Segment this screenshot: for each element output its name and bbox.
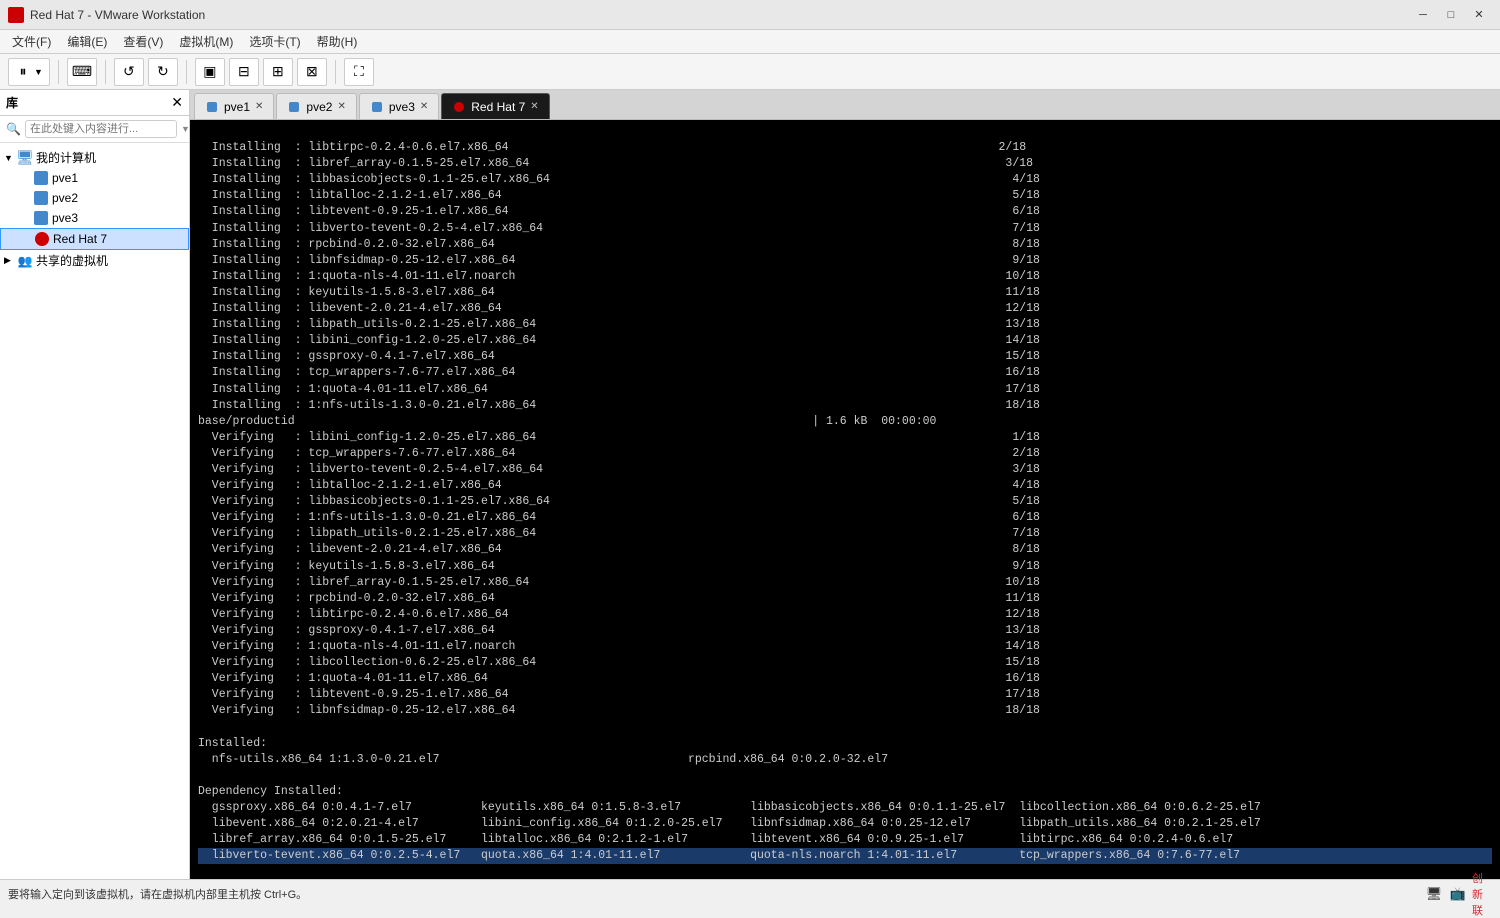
- view-icon-1: ▣: [202, 64, 218, 80]
- tab-icon-pve2: [287, 100, 301, 114]
- pve1-label: pve1: [52, 171, 78, 185]
- monitor-icon: 📺: [1448, 884, 1468, 904]
- window-controls: ─ □ ✕: [1410, 5, 1492, 25]
- sidebar-item-redhat7[interactable]: Red Hat 7: [0, 228, 189, 250]
- my-computer-label: 我的计算机: [36, 149, 96, 166]
- vm-icon-pve1: [33, 170, 49, 186]
- view-button-1[interactable]: ▣: [195, 58, 225, 86]
- shared-label: 共享的虚拟机: [36, 252, 108, 269]
- app-icon: [8, 7, 24, 23]
- sidebar-item-pve3[interactable]: pve3: [0, 208, 189, 228]
- sidebar-item-pve1[interactable]: pve1: [0, 168, 189, 188]
- tab-close-pve2[interactable]: ✕: [337, 101, 345, 112]
- tab-label-pve1: pve1: [224, 100, 250, 114]
- view-button-3[interactable]: ⊞: [263, 58, 293, 86]
- tab-label-pve2: pve2: [306, 100, 332, 114]
- sidebar-close-button[interactable]: ✕: [171, 94, 183, 111]
- sidebar-item-pve2[interactable]: pve2: [0, 188, 189, 208]
- pve3-label: pve3: [52, 211, 78, 225]
- keyboard-icon: ⌨: [74, 64, 90, 80]
- sidebar-search-area: 🔍 ▼: [0, 116, 189, 143]
- send-keys-button[interactable]: ⌨: [67, 58, 97, 86]
- tab-close-redhat7[interactable]: ✕: [530, 101, 538, 112]
- toolbar: ⏸ ▼ ⌨ ↺ ↻ ▣ ⊟ ⊞ ⊠ ⛶: [0, 54, 1500, 90]
- menu-item-2[interactable]: 查看(V): [115, 30, 171, 53]
- menu-item-1[interactable]: 编辑(E): [59, 30, 115, 53]
- tab-icon-redhat7: [452, 100, 466, 114]
- redhat7-label: Red Hat 7: [53, 232, 107, 246]
- toolbar-separator-3: [186, 60, 187, 84]
- fullscreen-icon: ⛶: [351, 64, 367, 80]
- pve2-label: pve2: [52, 191, 78, 205]
- search-dropdown-icon: ▼: [181, 124, 190, 134]
- tab-label-redhat7: Red Hat 7: [471, 100, 525, 114]
- view-button-4[interactable]: ⊠: [297, 58, 327, 86]
- sidebar-item-mycomputer[interactable]: ▼ 🖥 我的计算机: [0, 147, 189, 168]
- forward-icon: ↻: [155, 64, 171, 80]
- toolbar-separator-4: [335, 60, 336, 84]
- vm-icon-redhat7: [34, 231, 50, 247]
- back-icon: ↺: [121, 64, 137, 80]
- right-panel: pve1 ✕ pve2 ✕ pve3 ✕ Red Hat 7 ✕ Install…: [190, 90, 1500, 879]
- view-icon-2: ⊟: [236, 64, 252, 80]
- pause-icon: ⏸: [15, 64, 31, 80]
- computer-icon: 🖥: [17, 150, 33, 166]
- tabstrip: pve1 ✕ pve2 ✕ pve3 ✕ Red Hat 7 ✕: [190, 90, 1500, 120]
- back-button[interactable]: ↺: [114, 58, 144, 86]
- shared-icon: 👥: [17, 253, 33, 269]
- forward-button[interactable]: ↻: [148, 58, 178, 86]
- terminal-content: Installing : libtirpc-0.2.4-0.6.el7.x86_…: [198, 141, 1261, 846]
- titlebar: Red Hat 7 - VMware Workstation ─ □ ✕: [0, 0, 1500, 30]
- vm-icon-pve2: [33, 190, 49, 206]
- statusbar: 要将输入定向到该虚拟机，请在虚拟机内部里主机按 Ctrl+G。 🖥 📺 创新联: [0, 879, 1500, 907]
- sidebar-item-shared[interactable]: ▶ 👥 共享的虚拟机: [0, 250, 189, 271]
- tab-icon-pve1: [205, 100, 219, 114]
- view-button-2[interactable]: ⊟: [229, 58, 259, 86]
- dep-selected-line: libverto-tevent.x86_64 0:0.2.5-4.el7 quo…: [198, 848, 1492, 864]
- sidebar-tree: ▼ 🖥 我的计算机 pve1 pve2 pve3: [0, 143, 189, 879]
- sidebar-header: 库 ✕: [0, 90, 189, 116]
- toolbar-separator-2: [105, 60, 106, 84]
- sidebar-title: 库: [6, 94, 18, 111]
- pause-dropdown-icon: ▼: [34, 67, 43, 77]
- toolbar-separator-1: [58, 60, 59, 84]
- tab-pve3[interactable]: pve3 ✕: [359, 93, 439, 119]
- main-area: 库 ✕ 🔍 ▼ ▼ 🖥 我的计算机 pve1: [0, 90, 1500, 879]
- menu-item-3[interactable]: 虚拟机(M): [171, 30, 241, 53]
- menu-item-4[interactable]: 选项卡(T): [241, 30, 308, 53]
- window-title: Red Hat 7 - VMware Workstation: [30, 8, 1410, 22]
- status-message: 要将输入定向到该虚拟机，请在虚拟机内部里主机按 Ctrl+G。: [8, 886, 307, 902]
- tab-label-pve3: pve3: [389, 100, 415, 114]
- fullscreen-button[interactable]: ⛶: [344, 58, 374, 86]
- menu-item-0[interactable]: 文件(F): [4, 30, 59, 53]
- close-button[interactable]: ✕: [1466, 5, 1492, 25]
- tab-redhat7[interactable]: Red Hat 7 ✕: [441, 93, 549, 119]
- status-icons: 🖥 📺 创新联: [1424, 884, 1492, 904]
- menu-item-5[interactable]: 帮助(H): [309, 30, 366, 53]
- view-icon-3: ⊞: [270, 64, 286, 80]
- search-input[interactable]: [25, 120, 177, 138]
- vm-icon-pve3: [33, 210, 49, 226]
- brand-icon: 创新联: [1472, 884, 1492, 904]
- search-icon: 🔍: [6, 122, 21, 136]
- expand-icon: ▼: [4, 153, 14, 163]
- maximize-button[interactable]: □: [1438, 5, 1464, 25]
- pause-button[interactable]: ⏸ ▼: [8, 58, 50, 86]
- tab-icon-pve3: [370, 100, 384, 114]
- sidebar: 库 ✕ 🔍 ▼ ▼ 🖥 我的计算机 pve1: [0, 90, 190, 879]
- tab-close-pve1[interactable]: ✕: [255, 101, 263, 112]
- network-icon: 🖥: [1424, 884, 1444, 904]
- terminal-area[interactable]: Installing : libtirpc-0.2.4-0.6.el7.x86_…: [190, 120, 1500, 879]
- minimize-button[interactable]: ─: [1410, 5, 1436, 25]
- menubar: 文件(F)编辑(E)查看(V)虚拟机(M)选项卡(T)帮助(H): [0, 30, 1500, 54]
- terminal[interactable]: Installing : libtirpc-0.2.4-0.6.el7.x86_…: [190, 120, 1500, 879]
- tab-close-pve3[interactable]: ✕: [420, 101, 428, 112]
- tab-pve2[interactable]: pve2 ✕: [276, 93, 356, 119]
- view-icon-4: ⊠: [304, 64, 320, 80]
- expand-icon-shared: ▶: [4, 255, 14, 266]
- tab-pve1[interactable]: pve1 ✕: [194, 93, 274, 119]
